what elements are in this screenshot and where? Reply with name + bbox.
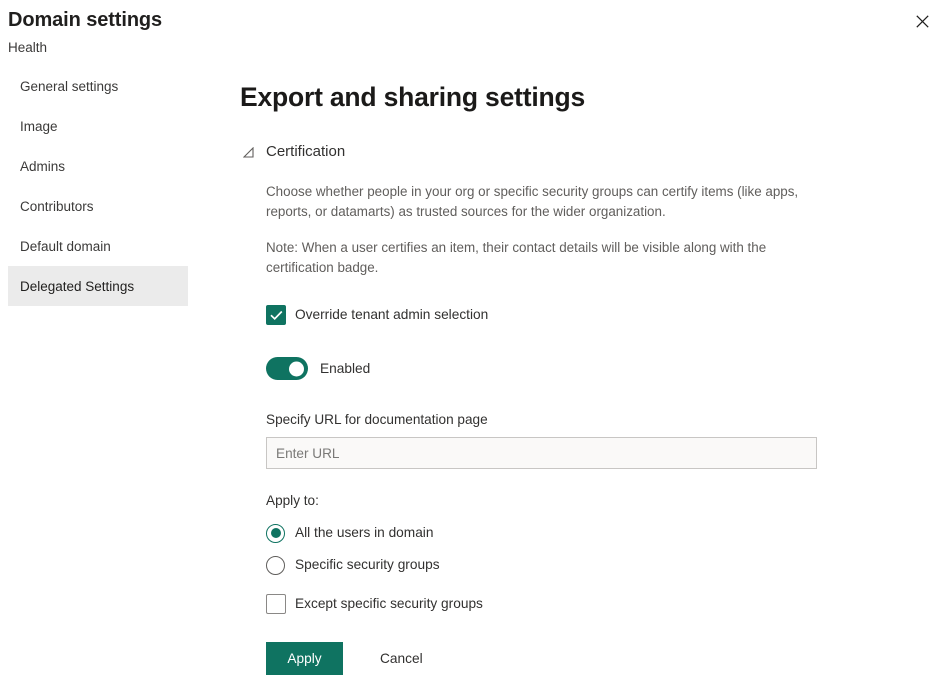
sidebar-item-admins[interactable]: Admins [8, 146, 188, 186]
enabled-toggle-label: Enabled [320, 361, 370, 376]
panel-header: Domain settings Health [0, 0, 947, 58]
settings-sidebar: General settings Image Admins Contributo… [0, 66, 196, 306]
certification-section-header[interactable]: Certification [240, 142, 345, 162]
triangle-expanded-icon [240, 144, 256, 160]
radio-all-users-label: All the users in domain [295, 523, 433, 543]
apply-to-group: Apply to: All the users in domain Specif… [266, 491, 947, 614]
apply-to-label: Apply to: [266, 491, 947, 511]
except-specific-security-groups-checkbox-row[interactable]: Except specific security groups [266, 594, 483, 614]
override-tenant-admin-label: Override tenant admin selection [295, 305, 488, 325]
main-content: Export and sharing settings Certificatio… [196, 66, 947, 675]
close-icon [916, 15, 929, 28]
toggle-knob [289, 361, 304, 376]
sidebar-item-general-settings[interactable]: General settings [8, 66, 188, 106]
enabled-toggle[interactable] [266, 357, 308, 380]
section-title: Certification [266, 142, 345, 162]
radio-dot [271, 528, 281, 538]
checkbox-unchecked-icon[interactable] [266, 594, 286, 614]
radio-unselected-icon[interactable] [266, 556, 285, 575]
sidebar-item-image[interactable]: Image [8, 106, 188, 146]
sidebar-item-delegated-settings[interactable]: Delegated Settings [8, 266, 188, 306]
radio-specific-security-groups[interactable]: Specific security groups [266, 555, 440, 575]
documentation-url-input[interactable] [266, 437, 817, 469]
sidebar-item-label: Contributors [20, 199, 94, 214]
cancel-button[interactable]: Cancel [380, 642, 423, 675]
section-description: Choose whether people in your org or spe… [266, 182, 804, 221]
sidebar-item-contributors[interactable]: Contributors [8, 186, 188, 226]
apply-button[interactable]: Apply [266, 642, 343, 675]
override-tenant-admin-checkbox-row[interactable]: Override tenant admin selection [266, 305, 488, 325]
radio-all-users-in-domain[interactable]: All the users in domain [266, 523, 433, 543]
sidebar-item-label: Default domain [20, 239, 111, 254]
enabled-toggle-row[interactable]: Enabled [266, 357, 370, 380]
radio-selected-icon[interactable] [266, 524, 285, 543]
except-specific-groups-label: Except specific security groups [295, 594, 483, 614]
page-subtitle: Health [8, 38, 947, 58]
sidebar-item-label: Delegated Settings [20, 279, 134, 294]
section-note: Note: When a user certifies an item, the… [266, 238, 804, 277]
content-title: Export and sharing settings [240, 80, 947, 114]
form-actions: Apply Cancel [266, 642, 947, 675]
close-panel-button[interactable] [905, 4, 939, 38]
checkbox-checked-icon[interactable] [266, 305, 286, 325]
documentation-url-field-group: Specify URL for documentation page [266, 410, 947, 469]
sidebar-item-label: General settings [20, 79, 118, 94]
sidebar-item-label: Image [20, 119, 58, 134]
sidebar-item-default-domain[interactable]: Default domain [8, 226, 188, 266]
certification-section-body: Choose whether people in your org or spe… [240, 162, 947, 675]
panel-body: General settings Image Admins Contributo… [0, 66, 947, 698]
sidebar-item-label: Admins [20, 159, 65, 174]
radio-specific-groups-label: Specific security groups [295, 555, 440, 575]
page-title: Domain settings [8, 6, 947, 34]
documentation-url-label: Specify URL for documentation page [266, 412, 488, 427]
